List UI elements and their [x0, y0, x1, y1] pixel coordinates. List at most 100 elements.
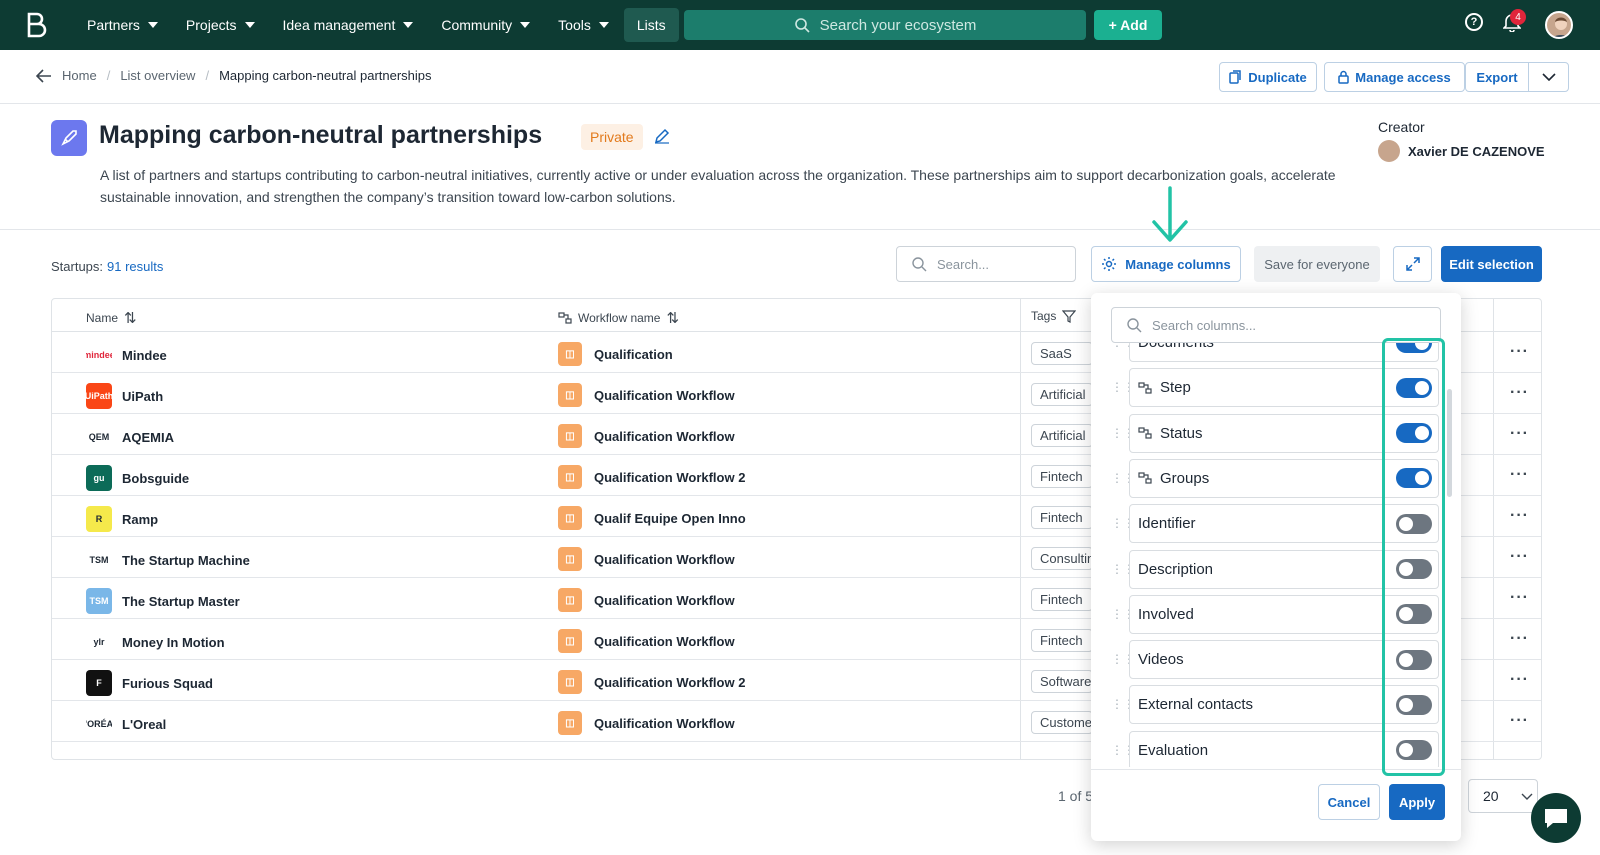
startup-logo: UiPath [86, 383, 112, 409]
back-arrow-icon[interactable] [36, 68, 52, 83]
workflow-icon: ◫ [558, 670, 582, 694]
workflow-cell[interactable]: ◫ Qualif Equipe Open Inno [558, 506, 746, 530]
workflow-name: Qualification Workflow [594, 551, 735, 567]
filter-icon[interactable] [1062, 309, 1077, 323]
nav-idea-management[interactable]: Idea management [270, 8, 427, 42]
list-search-input[interactable]: Search... [896, 246, 1076, 282]
rocket-icon [51, 120, 87, 156]
lock-icon [1338, 70, 1350, 84]
manage-columns-button[interactable]: Manage columns [1091, 246, 1241, 282]
manage-access-button[interactable]: Manage access [1324, 62, 1465, 92]
help-icon[interactable]: ? [1465, 13, 1483, 31]
scrollbar[interactable] [1447, 389, 1452, 497]
workflow-icon: ◫ [558, 424, 582, 448]
column-option-label: Identifier [1138, 515, 1196, 533]
workflow-icon [1138, 472, 1152, 484]
workflow-cell[interactable]: ◫ Qualification Workflow [558, 711, 735, 735]
search-icon [794, 18, 810, 33]
search-icon [1127, 318, 1142, 333]
startup-logo: ylr [86, 629, 112, 655]
startup-name-cell[interactable]: gu Bobsguide [86, 465, 189, 491]
cancel-button[interactable]: Cancel [1318, 784, 1380, 820]
startup-name-cell[interactable]: UiPath UiPath [86, 383, 163, 409]
row-more-icon[interactable]: ··· [1510, 507, 1529, 525]
row-more-icon[interactable]: ··· [1510, 466, 1529, 484]
startup-name-cell[interactable]: mindee Mindee [86, 342, 167, 368]
creator-name[interactable]: Xavier DE CAZENOVE [1408, 144, 1545, 159]
row-more-icon[interactable]: ··· [1510, 425, 1529, 443]
apply-button[interactable]: Apply [1389, 784, 1445, 820]
expand-button[interactable] [1393, 246, 1432, 282]
export-button[interactable]: Export [1465, 62, 1529, 92]
column-header-name[interactable]: Name ⇅ [86, 309, 137, 327]
sort-icon[interactable]: ⇅ [124, 309, 137, 327]
startup-name: UiPath [122, 388, 164, 404]
header-label: Tags [1031, 309, 1057, 323]
row-more-icon[interactable]: ··· [1510, 712, 1529, 730]
startup-name: AQEMIA [122, 429, 174, 445]
row-more-icon[interactable]: ··· [1510, 384, 1529, 402]
chat-button[interactable] [1531, 793, 1581, 843]
column-option-label: Documents [1138, 343, 1214, 351]
nav-community[interactable]: Community [428, 8, 543, 42]
tag-chip: Fintech [1031, 588, 1093, 611]
startup-name-cell[interactable]: R Ramp [86, 506, 158, 532]
column-header-workflow[interactable]: Workflow name ⇅ [558, 309, 679, 327]
edit-selection-button[interactable]: Edit selection [1441, 246, 1542, 282]
breadcrumb-separator: / [205, 68, 210, 83]
startup-name-cell[interactable]: ylr Money In Motion [86, 629, 225, 655]
tag-chip: Fintech [1031, 506, 1093, 529]
nav-partners[interactable]: Partners [74, 8, 171, 42]
startup-name-cell[interactable]: QEM AQEMIA [86, 424, 174, 450]
startup-name-cell[interactable]: TSM The Startup Master [86, 588, 240, 614]
workflow-icon [1138, 382, 1152, 394]
startup-name-cell[interactable]: TSM The Startup Machine [86, 547, 250, 573]
workflow-name: Qualification [594, 346, 673, 362]
startup-name-cell[interactable]: F Furious Squad [86, 670, 213, 696]
row-more-icon[interactable]: ··· [1510, 548, 1529, 566]
startup-logo: L'ORÉAL [86, 711, 112, 737]
creator-avatar [1378, 140, 1400, 162]
panel-footer: Cancel Apply [1091, 769, 1461, 841]
header-label: Workflow name [578, 311, 661, 325]
column-header-tags[interactable]: Tags [1031, 309, 1077, 323]
tag-chip: Fintech [1031, 629, 1093, 652]
export-menu-button[interactable] [1528, 62, 1569, 92]
column-option-label: Evaluation [1138, 741, 1209, 759]
workflow-cell[interactable]: ◫ Qualification Workflow [558, 629, 735, 653]
workflow-name: Qualification Workflow [594, 715, 735, 731]
row-more-icon[interactable]: ··· [1510, 589, 1529, 607]
workflow-cell[interactable]: ◫ Qualification Workflow [558, 424, 735, 448]
breadcrumb-list-overview[interactable]: List overview [120, 68, 195, 83]
row-more-icon[interactable]: ··· [1510, 630, 1529, 648]
workflow-icon: ◫ [558, 342, 582, 366]
save-for-everyone-button[interactable]: Save for everyone [1254, 246, 1380, 282]
brand-logo[interactable] [24, 11, 48, 39]
nav-lists[interactable]: Lists [623, 8, 679, 42]
workflow-name: Qualification Workflow [594, 387, 735, 403]
workflow-name: Qualification Workflow [594, 633, 735, 649]
workflow-cell[interactable]: ◫ Qualification Workflow 2 [558, 465, 745, 489]
manage-access-label: Manage access [1355, 69, 1451, 85]
per-page-select[interactable]: 20 [1468, 779, 1538, 813]
ecosystem-search-input[interactable]: Search your ecosystem [684, 10, 1086, 40]
breadcrumb-home[interactable]: Home [62, 68, 97, 83]
startup-logo: QEM [86, 424, 112, 450]
startup-name-cell[interactable]: L'ORÉAL L'Oreal [86, 711, 166, 737]
edit-pencil-icon[interactable] [654, 128, 670, 149]
add-button[interactable]: + Add [1094, 10, 1162, 40]
workflow-cell[interactable]: ◫ Qualification Workflow [558, 383, 735, 407]
nav-projects[interactable]: Projects [173, 8, 268, 42]
tag-chip: Software [1031, 670, 1093, 693]
workflow-cell[interactable]: ◫ Qualification [558, 342, 673, 366]
workflow-cell[interactable]: ◫ Qualification Workflow [558, 588, 735, 612]
duplicate-button[interactable]: Duplicate [1219, 62, 1317, 92]
row-more-icon[interactable]: ··· [1510, 343, 1529, 361]
user-avatar[interactable] [1545, 11, 1573, 39]
nav-tools[interactable]: Tools [545, 8, 622, 42]
workflow-cell[interactable]: ◫ Qualification Workflow [558, 547, 735, 571]
row-more-icon[interactable]: ··· [1510, 671, 1529, 689]
workflow-cell[interactable]: ◫ Qualification Workflow 2 [558, 670, 745, 694]
sort-icon[interactable]: ⇅ [666, 309, 679, 327]
workflow-name: Qualification Workflow [594, 592, 735, 608]
